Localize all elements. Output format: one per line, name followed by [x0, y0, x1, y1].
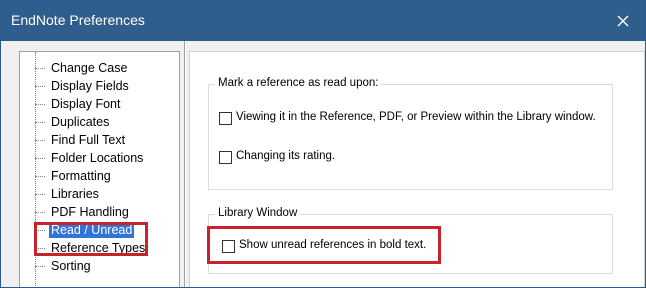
tree-item-pdf-handling[interactable]: PDF Handling: [35, 203, 131, 221]
pane-divider[interactable]: [184, 41, 186, 287]
close-button[interactable]: [603, 1, 643, 41]
tree-item-label: Duplicates: [51, 115, 110, 129]
tree-item-label: Libraries: [51, 187, 99, 201]
tree-item-label: Change Case: [51, 61, 128, 75]
tree-branch-line: [35, 211, 45, 213]
rating-checkbox[interactable]: [219, 151, 232, 164]
tree-item-find-full-text[interactable]: Find Full Text: [35, 131, 127, 149]
tree-branch-line: [35, 265, 45, 267]
tree-branch-line: [35, 175, 45, 177]
tree-item-folder-locations[interactable]: Folder Locations: [35, 149, 145, 167]
group-legend: Mark a reference as read upon:: [215, 77, 382, 89]
viewing-checkbox[interactable]: [219, 112, 232, 125]
checkbox-label: Viewing it in the Reference, PDF, or Pre…: [236, 111, 596, 123]
tree-branch-line: [35, 121, 45, 123]
tree-branch-line: [35, 85, 45, 87]
tree-item-display-font[interactable]: Display Font: [35, 95, 122, 113]
tree-item-label: Formatting: [51, 169, 111, 183]
title-bar: EndNote Preferences: [1, 1, 645, 41]
tree-item-label: Sorting: [51, 259, 91, 273]
checkbox-label: Changing its rating.: [236, 150, 336, 162]
tree-branch-line: [35, 157, 45, 159]
tree-item-label: Folder Locations: [51, 151, 144, 165]
tree-item-label: Display Font: [51, 97, 121, 111]
tree-item-duplicates[interactable]: Duplicates: [35, 113, 111, 131]
tree-branch-line: [35, 103, 45, 105]
tree-item-libraries[interactable]: Libraries: [35, 185, 101, 203]
group-legend: Library Window: [215, 207, 301, 219]
tree-item-sorting[interactable]: Sorting: [35, 257, 93, 275]
tree-item-display-fields[interactable]: Display Fields: [35, 77, 131, 95]
preferences-window: EndNote Preferences Change Case Display …: [0, 0, 646, 288]
tree-item-label: Find Full Text: [51, 133, 126, 147]
highlight-box-read-unread: [34, 222, 148, 256]
tree-branch-line: [35, 139, 45, 141]
tree-item-formatting[interactable]: Formatting: [35, 167, 113, 185]
tree-item-label: PDF Handling: [51, 205, 129, 219]
window-title: EndNote Preferences: [11, 12, 145, 28]
highlight-box-bold-option: [207, 226, 441, 264]
rating-checkbox-row[interactable]: Changing its rating.: [219, 150, 335, 164]
viewing-checkbox-row[interactable]: Viewing it in the Reference, PDF, or Pre…: [219, 111, 599, 125]
tree-branch-line: [35, 67, 45, 69]
tree-item-change-case[interactable]: Change Case: [35, 59, 129, 77]
tree-branch-line: [35, 193, 45, 195]
tree-item-label: Display Fields: [51, 79, 129, 93]
close-icon: [617, 15, 629, 27]
mark-read-group: Mark a reference as read upon: Viewing i…: [208, 77, 613, 190]
